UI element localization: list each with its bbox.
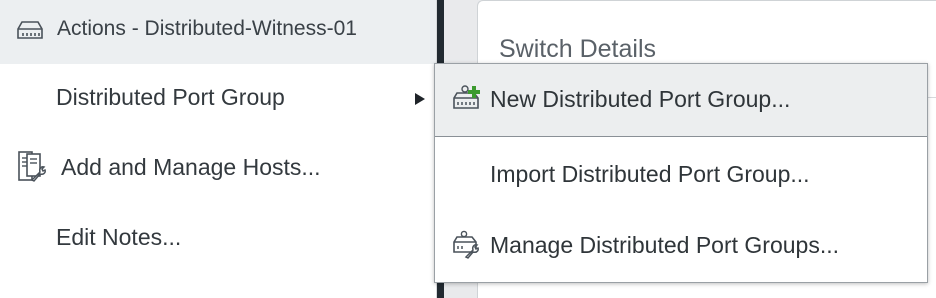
- distributed-port-group-submenu: New Distributed Port Group... Import Dis…: [434, 63, 928, 283]
- manage-port-groups-icon: [452, 230, 482, 260]
- chevron-right-icon: [415, 93, 425, 105]
- menu-item-distributed-port-group[interactable]: Distributed Port Group: [0, 66, 436, 130]
- actions-menu: Actions - Distributed-Witness-01 Distrib…: [0, 0, 437, 298]
- menu-item-add-manage-hosts[interactable]: Add and Manage Hosts...: [0, 136, 436, 200]
- submenu-item-manage-port-groups[interactable]: Manage Distributed Port Groups...: [435, 210, 927, 282]
- menu-item-label: Distributed Port Group: [56, 84, 285, 110]
- submenu-item-label: New Distributed Port Group...: [490, 86, 791, 112]
- submenu-item-label: Import Distributed Port Group...: [490, 161, 810, 187]
- distributed-switch-icon: [15, 19, 45, 41]
- switch-details-title: Switch Details: [499, 35, 656, 63]
- actions-menu-header: Actions - Distributed-Witness-01: [0, 0, 436, 64]
- actions-menu-title: Actions - Distributed-Witness-01: [57, 17, 357, 40]
- submenu-item-label: Manage Distributed Port Groups...: [490, 232, 839, 258]
- menu-item-edit-notes[interactable]: Edit Notes...: [0, 206, 436, 270]
- hosts-wrench-icon: [16, 150, 48, 184]
- new-port-group-icon: [452, 84, 482, 114]
- submenu-item-import-port-group[interactable]: Import Distributed Port Group...: [435, 139, 927, 211]
- menu-item-label: Add and Manage Hosts...: [61, 154, 321, 180]
- menu-item-label: Edit Notes...: [56, 224, 182, 250]
- submenu-item-new-port-group[interactable]: New Distributed Port Group...: [435, 64, 927, 137]
